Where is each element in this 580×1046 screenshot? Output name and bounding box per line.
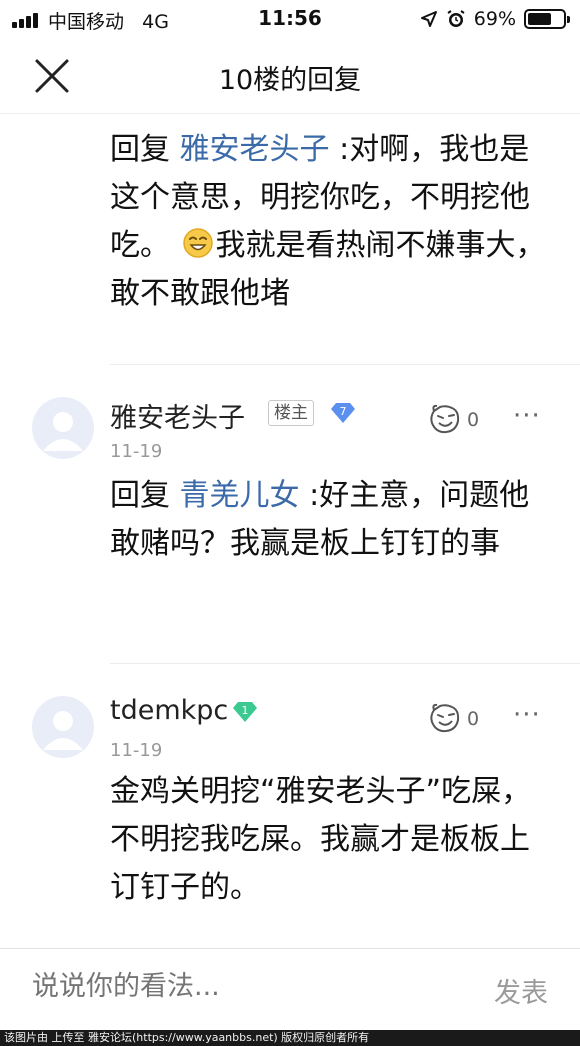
username[interactable]: 雅安老头子 [110, 396, 245, 435]
level-diamond-icon: 7 [331, 403, 355, 423]
avatar[interactable] [32, 696, 94, 758]
like-face-icon[interactable] [428, 403, 462, 435]
post-date: 11-19 [110, 441, 163, 462]
post-body: 金鸡关明挖“雅安老头子”吃屎，不明挖我吃屎。我赢才是板板上订钉子的。 [110, 774, 532, 905]
like-face-icon[interactable] [428, 702, 462, 734]
like-count: 0 [467, 708, 480, 730]
more-icon[interactable]: ··· [513, 401, 541, 431]
status-bar: 中国移动 4G 11:56 69% [0, 0, 580, 38]
reply-item: tdemkpc 1 11-19 0 ··· 金鸡关明挖“雅安老头子”吃屎，不明挖… [0, 664, 580, 948]
nav-bar: 10楼的回复 [0, 38, 580, 114]
battery-percent: 69% [473, 8, 516, 30]
post-body: 回复 青羌儿女 :好主意，问题他敢赌吗？我赢是板上钉钉的事 [110, 478, 530, 561]
location-arrow-icon [420, 11, 437, 27]
like-count: 0 [467, 409, 480, 431]
more-icon[interactable]: ··· [513, 700, 541, 730]
reply-item: 雅安老头子 楼主 7 11-19 0 ··· 回复 青羌儿女 :好主意，问题他敢… [0, 365, 580, 663]
username[interactable]: tdemkpc [110, 695, 228, 726]
level-number: 7 [340, 405, 347, 418]
comment-bar: 发表 [0, 948, 580, 1030]
post-date: 11-19 [110, 740, 163, 761]
comment-input[interactable] [32, 971, 412, 1002]
watermark-text: 该图片由 上传至 雅安论坛(https://www.yaanbbs.net) 版… [0, 1030, 580, 1046]
mention-link[interactable]: 青羌儿女 [180, 478, 300, 513]
alarm-icon [447, 10, 465, 27]
status-right: 69% [420, 6, 570, 32]
level-diamond-icon: 1 [233, 702, 257, 722]
smiley-emoji-icon [182, 228, 213, 258]
page-title: 10楼的回复 [218, 65, 362, 96]
avatar[interactable] [32, 397, 94, 459]
battery-icon [524, 9, 570, 29]
send-button[interactable]: 发表 [494, 971, 548, 1010]
mention-link[interactable]: 雅安老头子 [180, 132, 330, 167]
first-reply-body: 回复 雅安老头子 :对啊，我也是这个意思，明挖你吃，不明挖他吃。 我就是看热闹不… [110, 132, 546, 311]
owner-badge: 楼主 [268, 400, 314, 426]
level-number: 1 [242, 704, 249, 717]
